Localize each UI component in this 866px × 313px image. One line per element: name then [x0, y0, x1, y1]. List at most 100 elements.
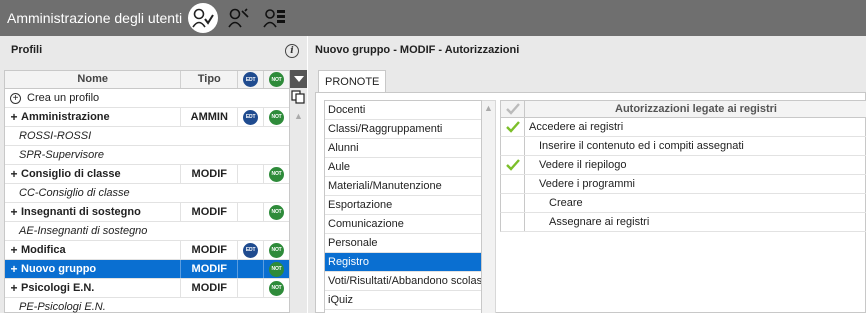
profile-name: Consiglio di classe — [21, 168, 121, 180]
column-nome[interactable]: Nome — [5, 71, 180, 88]
profile-row[interactable]: + Amministrazione AMMIN EDT NOT — [5, 108, 289, 127]
category-item[interactable]: Voti/Risultati/Abbandono scolastico — [325, 272, 481, 291]
profiles-side-tools: ▲ — [290, 70, 307, 313]
profile-type — [180, 184, 237, 202]
permissions-header-label: Autorizzazioni legate ai registri — [615, 103, 777, 115]
permissions-table: Autorizzazioni legate ai registri Accede… — [500, 100, 866, 313]
category-item[interactable]: Alunni — [325, 139, 481, 158]
column-menu-button[interactable] — [290, 70, 307, 88]
permission-label: Assegnare ai registri — [549, 216, 650, 228]
category-item[interactable]: Classi/Raggruppamenti — [325, 120, 481, 139]
copy-icon[interactable] — [291, 90, 305, 104]
permission-checkbox[interactable] — [501, 194, 525, 212]
profile-row[interactable]: + Psicologi E.N. MODIF NOT — [5, 279, 289, 298]
user-key-icon[interactable] — [224, 3, 254, 33]
profile-name: Nuovo gruppo — [21, 263, 97, 275]
column-tipo[interactable]: Tipo — [180, 71, 237, 88]
not-icon: NOT — [269, 72, 285, 87]
profile-name: SPR-Supervisore — [19, 149, 104, 161]
category-list: Docenti Classi/Raggruppamenti Alunni Aule Ma… — [324, 100, 482, 313]
category-item[interactable]: Registro — [325, 253, 481, 272]
profile-row[interactable]: AE-Insegnanti di sostegno — [5, 222, 289, 241]
profile-name: Modifica — [21, 244, 66, 256]
not-icon: NOT — [269, 242, 285, 258]
profile-row[interactable]: SPR-Supervisore — [5, 146, 289, 165]
profile-name: Amministrazione — [21, 111, 110, 123]
permission-label: Inserire il contenuto ed i compiti asseg… — [539, 140, 744, 152]
check-icon — [505, 121, 520, 133]
profile-type — [180, 146, 237, 164]
profile-name: Psicologi E.N. — [21, 282, 95, 294]
authorizations-panel: Nuovo gruppo - MODIF - Autorizzazioni PR… — [308, 36, 866, 313]
create-profile-button[interactable]: + Crea un profilo — [5, 89, 289, 108]
permission-checkbox[interactable] — [501, 213, 525, 231]
edt-icon: EDT — [243, 242, 259, 258]
check-all-icon[interactable] — [501, 101, 525, 117]
chevron-down-icon — [293, 76, 304, 82]
info-icon[interactable]: i — [285, 44, 299, 58]
category-scrollbar[interactable]: ▲ — [482, 100, 496, 313]
permission-row: Vedere i programmi — [500, 175, 866, 194]
profile-type: MODIF — [180, 279, 237, 297]
permission-checkbox[interactable] — [501, 175, 525, 193]
permission-label: Creare — [549, 197, 583, 209]
profile-row[interactable]: + Nuovo gruppo MODIF NOT — [5, 260, 289, 279]
profiles-header: Nome Tipo EDT NOT — [5, 71, 289, 89]
window-title: Amministrazione degli utenti — [7, 10, 183, 26]
scroll-up-icon[interactable]: ▲ — [482, 103, 495, 113]
expand-plus-icon[interactable]: + — [9, 281, 19, 295]
profile-name: PE-Psicologi E.N. — [19, 301, 106, 313]
profile-type: MODIF — [180, 260, 237, 278]
profile-row[interactable]: + Consiglio di classe MODIF NOT — [5, 165, 289, 184]
permission-row: Vedere il riepilogo — [500, 156, 866, 175]
title-bar: Amministrazione degli utenti — [0, 0, 866, 36]
profile-name: CC-Consiglio di classe — [19, 187, 130, 199]
category-item[interactable]: iQuiz — [325, 291, 481, 310]
category-item[interactable]: Esportazione — [325, 196, 481, 215]
profile-type: MODIF — [180, 165, 237, 183]
category-item[interactable]: Comunicazione — [325, 215, 481, 234]
profile-row[interactable]: + Modifica MODIF EDT NOT — [5, 241, 289, 260]
tab-pronote[interactable]: PRONOTE — [318, 70, 387, 92]
profile-row[interactable]: ROSSI-ROSSI — [5, 127, 289, 146]
users-check-icon[interactable] — [188, 3, 219, 33]
profile-type — [180, 127, 237, 145]
tab-content: Docenti Classi/Raggruppamenti Alunni Aule Ma… — [315, 92, 866, 313]
profile-type: MODIF — [180, 203, 237, 221]
permission-row: Assegnare ai registri — [500, 213, 866, 232]
profiles-table: Nome Tipo EDT NOT + Crea un profilo + Amm… — [4, 70, 290, 313]
profile-row[interactable]: + Insegnanti di sostegno MODIF NOT — [5, 203, 289, 222]
category-item[interactable]: Docenti — [325, 101, 481, 120]
profile-type — [180, 222, 237, 240]
expand-plus-icon[interactable]: + — [9, 110, 19, 124]
permission-label: Vedere i programmi — [539, 178, 635, 190]
permission-row: Creare — [500, 194, 866, 213]
permissions-list: Accedere ai registri Inserire il contenut… — [500, 118, 866, 232]
profile-name: ROSSI-ROSSI — [19, 130, 92, 142]
not-icon: NOT — [269, 280, 285, 296]
profile-type: AMMIN — [180, 108, 237, 126]
not-icon: NOT — [269, 204, 285, 220]
permission-checkbox[interactable] — [501, 137, 525, 155]
scroll-up-icon[interactable]: ▲ — [294, 111, 307, 121]
user-list-icon[interactable] — [260, 3, 290, 33]
profile-type: MODIF — [180, 241, 237, 259]
profiles-panel: Profili i Nome Tipo EDT NOT + Crea un pr… — [0, 36, 307, 313]
authorizations-title: Nuovo gruppo - MODIF - Autorizzazioni — [315, 44, 520, 56]
category-item[interactable]: Aule — [325, 158, 481, 177]
permission-checkbox[interactable] — [501, 156, 525, 174]
profile-row[interactable]: PE-Psicologi E.N. — [5, 298, 289, 313]
expand-plus-icon[interactable]: + — [9, 205, 19, 219]
expand-plus-icon[interactable]: + — [9, 262, 19, 276]
expand-plus-icon[interactable]: + — [9, 243, 19, 257]
permission-checkbox[interactable] — [501, 118, 525, 136]
category-item[interactable]: Personale — [325, 234, 481, 253]
profile-row[interactable]: CC-Consiglio di classe — [5, 184, 289, 203]
permission-label: Accedere ai registri — [529, 121, 624, 133]
expand-plus-icon[interactable]: + — [9, 167, 19, 181]
not-icon: NOT — [269, 261, 285, 277]
category-item[interactable]: Materiali/Manutenzione — [325, 177, 481, 196]
create-profile-label: Crea un profilo — [27, 92, 100, 104]
edt-icon: EDT — [243, 72, 259, 87]
profiles-title: Profili — [11, 44, 43, 56]
